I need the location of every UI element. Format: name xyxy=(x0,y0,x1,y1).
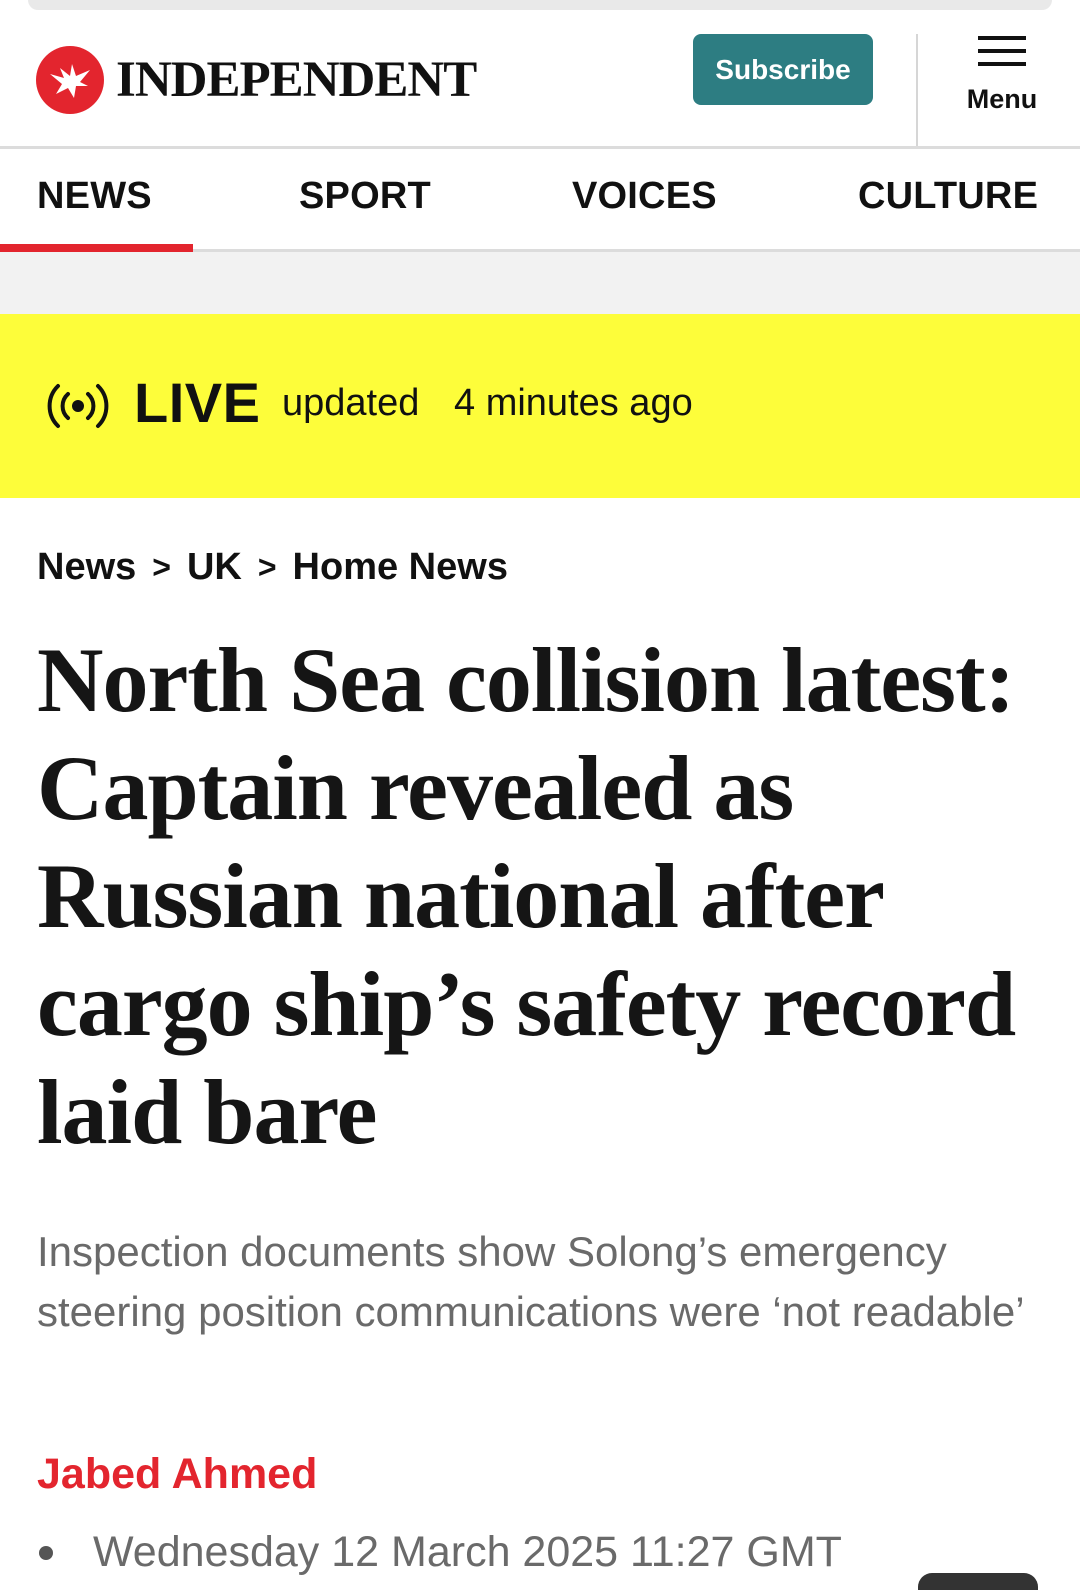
hamburger-icon xyxy=(978,36,1026,66)
live-time-ago: 4 minutes ago xyxy=(454,382,693,424)
tab-voices[interactable]: VOICES xyxy=(572,175,717,218)
tab-sport[interactable]: SPORT xyxy=(299,175,431,218)
floating-tab[interactable] xyxy=(918,1573,1038,1590)
active-tab-indicator xyxy=(0,244,193,252)
tab-news[interactable]: NEWS xyxy=(37,175,152,218)
live-label: LIVE xyxy=(134,371,261,434)
live-updated-text: updated xyxy=(282,382,420,424)
masthead: INDEPENDENT Subscribe Menu xyxy=(0,10,1080,146)
article-dateline: Wednesday 12 March 2025 11:27 GMT xyxy=(37,1528,842,1577)
broadcast-icon xyxy=(47,384,109,428)
breadcrumb-uk[interactable]: UK xyxy=(187,546,242,589)
eagle-icon xyxy=(36,46,104,114)
subscribe-button[interactable]: Subscribe xyxy=(693,34,873,105)
publish-date: Wednesday 12 March 2025 11:27 GMT xyxy=(93,1528,842,1576)
menu-label: Menu xyxy=(966,84,1038,114)
header-divider xyxy=(916,34,918,146)
menu-button[interactable]: Menu xyxy=(952,32,1052,122)
tab-culture[interactable]: CULTURE xyxy=(858,175,1038,218)
article-headline: North Sea collision latest: Captain reve… xyxy=(37,629,1016,1163)
brand-logo[interactable]: INDEPENDENT xyxy=(36,46,477,114)
article-standfirst: Inspection documents show Solong’s emerg… xyxy=(37,1228,1025,1335)
breadcrumb-separator: > xyxy=(257,549,277,585)
breadcrumb-home-news[interactable]: Home News xyxy=(293,546,508,589)
browser-top-strip xyxy=(28,0,1052,10)
section-nav: NEWS SPORT VOICES CULTURE xyxy=(0,146,1080,252)
brand-name: INDEPENDENT xyxy=(116,51,477,108)
bullet-icon xyxy=(39,1545,53,1560)
author-link[interactable]: Jabed Ahmed xyxy=(37,1450,317,1499)
live-banner: LIVE updated 4 minutes ago xyxy=(0,314,1080,498)
ad-slot-band xyxy=(0,252,1080,314)
breadcrumb-separator: > xyxy=(152,549,171,585)
breadcrumb: News > UK > Home News xyxy=(37,546,508,589)
breadcrumb-news[interactable]: News xyxy=(37,546,136,589)
